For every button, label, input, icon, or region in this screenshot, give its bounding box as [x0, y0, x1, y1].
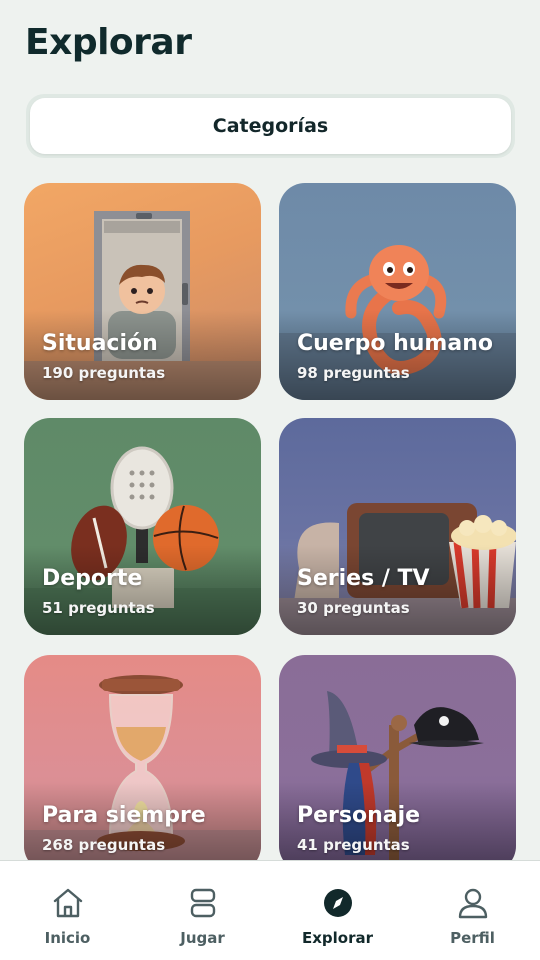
nav-label: Jugar: [180, 929, 225, 947]
question-count: 190 preguntas: [42, 364, 166, 382]
page-title: Explorar: [25, 22, 192, 63]
question-count: 268 preguntas: [42, 836, 166, 854]
tab-categories[interactable]: Categorías: [30, 98, 511, 154]
category-card-personaje[interactable]: Personaje 41 preguntas: [279, 655, 516, 860]
compass-icon: [323, 889, 352, 917]
nav-label: Inicio: [44, 929, 91, 947]
category-card-deporte[interactable]: Deporte 51 preguntas: [24, 418, 261, 635]
nav-item-jugar[interactable]: Jugar: [135, 861, 270, 960]
explore-screen: Explorar Categorías Situación 190 pregun…: [0, 0, 540, 960]
category-grid: Situación 190 preguntas Cuerpo humano 98…: [24, 183, 516, 860]
category-name: Cuerpo humano: [297, 331, 493, 356]
nav-label: Perfil: [450, 929, 495, 947]
category-name: Series / TV: [297, 566, 430, 591]
category-card-series-tv[interactable]: Series / TV 30 preguntas: [279, 418, 516, 635]
nav-item-perfil[interactable]: Perfil: [405, 861, 540, 960]
bottom-navigation: Inicio Jugar Explorar Perfil: [0, 860, 540, 960]
question-count: 51 preguntas: [42, 599, 155, 617]
category-name: Personaje: [297, 803, 421, 828]
question-count: 41 preguntas: [297, 836, 410, 854]
user-icon: [458, 888, 487, 919]
category-name: Para siempre: [42, 803, 206, 828]
category-name: Situación: [42, 331, 158, 356]
category-card-situacion[interactable]: Situación 190 preguntas: [24, 183, 261, 400]
home-icon: [53, 888, 82, 918]
nav-label: Explorar: [301, 929, 374, 947]
tab-bar: Categorías: [26, 94, 515, 158]
category-name: Deporte: [42, 566, 143, 591]
nav-item-explorar[interactable]: Explorar: [270, 861, 405, 960]
question-count: 30 preguntas: [297, 599, 410, 617]
question-count: 98 preguntas: [297, 364, 410, 382]
nav-item-inicio[interactable]: Inicio: [0, 861, 135, 960]
cards-icon: [190, 888, 215, 918]
category-card-cuerpo-humano[interactable]: Cuerpo humano 98 preguntas: [279, 183, 516, 400]
category-card-para-siempre[interactable]: Para siempre 268 preguntas: [24, 655, 261, 860]
